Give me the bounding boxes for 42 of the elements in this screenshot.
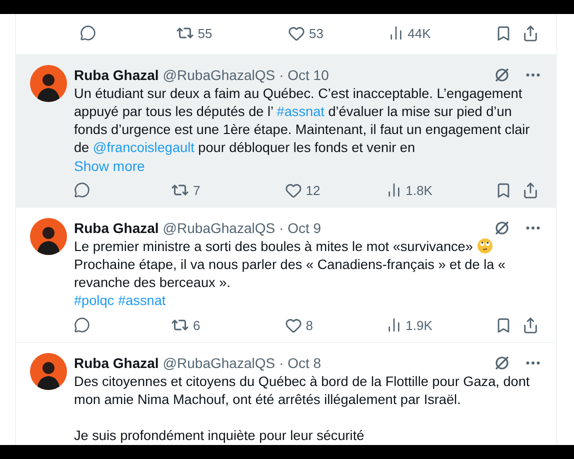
views-count: 1.8K <box>406 182 432 198</box>
grok-icon[interactable] <box>494 220 510 236</box>
like-count: 12 <box>306 182 320 198</box>
author-name[interactable]: Ruba Ghazal <box>74 67 159 83</box>
like-icon[interactable] <box>288 24 306 42</box>
tweet-card[interactable] <box>16 55 556 208</box>
grok-icon[interactable] <box>494 67 510 83</box>
repost-count: 55 <box>198 26 212 40</box>
grok-icon[interactable] <box>494 355 510 371</box>
tweet-text: Je suis profondément inquiète pour leur sécurité <box>74 427 366 445</box>
tweet-text: Un étudiant sur deux a faim au Québec. C’est inacceptable. L’engagement appuyé par tous les députés de l’ #assnat d’évaluer la mise sur pied d’un fonds d’urgence est une 1ère étape. Maintenant, il faut un engagement clair de @francoislegault pour débloquer les fonds et venir en <box>74 85 531 157</box>
repost-count: 7 <box>192 182 200 198</box>
tweet-text: Des citoyennes et citoyens du Québec à bord de la Flottille pour Gaza, dont mon amie Nima Machouf, ont été arrêtés illégalement par Israël. <box>74 373 531 409</box>
avatar[interactable] <box>30 65 67 102</box>
repost-count: 6 <box>192 318 200 332</box>
views-count: 44K <box>408 26 431 40</box>
author-name[interactable]: Ruba Ghazal <box>74 355 159 371</box>
views-count: 1.9K <box>406 318 432 332</box>
tweet-text: Le premier ministre a sorti des boules à mites le mot «survivance» Prochaine étape, il va nous parler des « Canadiens-français » et de la « revanche des berceaux ». <box>74 238 506 292</box>
share-icon[interactable] <box>522 182 540 198</box>
tweet-date[interactable]: · Oct 10 <box>279 67 329 83</box>
like-count: 8 <box>306 318 313 332</box>
like-icon[interactable] <box>284 182 302 198</box>
tweet-date[interactable]: · Oct 8 <box>279 355 322 371</box>
author-name[interactable]: Ruba Ghazal <box>74 220 159 236</box>
author-handle[interactable]: @RubaGhazalQS <box>162 220 276 236</box>
rolling-eyes-emoji-icon <box>476 238 493 254</box>
author-handle[interactable]: @RubaGhazalQS <box>162 67 276 83</box>
share-icon[interactable] <box>522 24 540 42</box>
reply-icon[interactable] <box>74 317 90 333</box>
avatar[interactable] <box>30 218 67 255</box>
author-handle[interactable]: @RubaGhazalQS <box>162 355 276 371</box>
views-icon[interactable] <box>386 182 402 198</box>
views-icon[interactable] <box>386 317 402 333</box>
reply-icon[interactable] <box>74 182 90 198</box>
share-icon[interactable] <box>522 316 540 334</box>
like-count: 53 <box>309 26 324 40</box>
views-icon[interactable] <box>388 25 404 41</box>
like-icon[interactable] <box>284 316 302 334</box>
reply-icon[interactable] <box>80 25 96 41</box>
avatar[interactable] <box>30 353 67 390</box>
tweet-date[interactable]: · Oct 9 <box>279 220 322 236</box>
